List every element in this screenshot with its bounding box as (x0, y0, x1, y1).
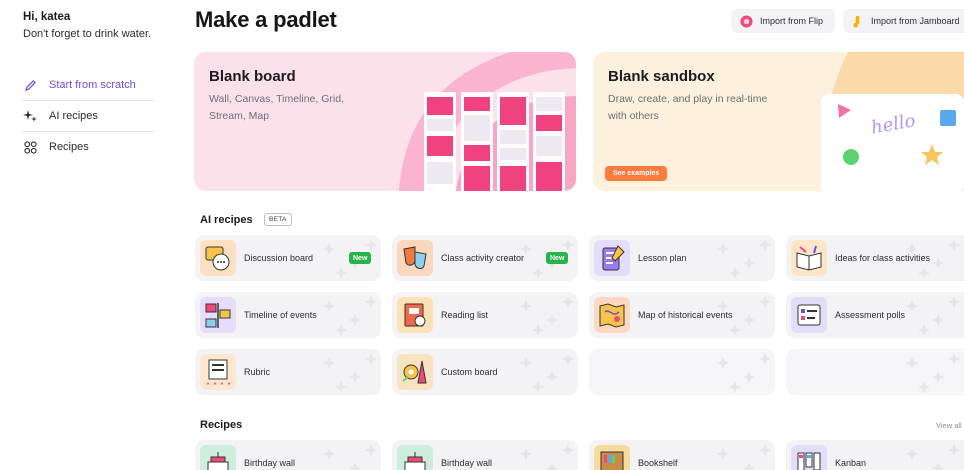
ai-recipe-label: Timeline of events (244, 310, 317, 320)
timeline-illustration-icon (200, 297, 236, 333)
see-examples-button[interactable]: See examples (605, 166, 668, 181)
empty-card-slot (589, 349, 775, 395)
ai-recipe-card[interactable]: Timeline of events (195, 292, 381, 338)
blank-board-subtitle-line: Wall, Canvas, Timeline, Grid, (209, 93, 344, 105)
ai-recipe-card[interactable]: Ideas for class activities (786, 235, 964, 281)
page-title: Make a padlet (195, 7, 337, 32)
recipe-card[interactable]: Birthday wall (195, 440, 381, 470)
recipe-card[interactable]: Birthday wall (392, 440, 578, 470)
ai-recipe-card[interactable]: Assessment polls (786, 292, 964, 338)
ai-recipe-card[interactable]: Rubric (195, 349, 381, 395)
jamboard-icon (851, 14, 864, 28)
sidebar-item-label: AI recipes (49, 110, 98, 122)
blank-sandbox-subtitle-line: with others (608, 109, 659, 122)
poll-illustration-icon (791, 297, 827, 333)
blank-sandbox-subtitle-line: Draw, create, and play in real-time (608, 93, 768, 105)
card-star-decoration (906, 444, 960, 470)
ai-recipe-card[interactable]: Custom board (392, 349, 578, 395)
clipboard-illustration-icon (594, 240, 630, 276)
ai-recipe-card[interactable]: Class activity creator New (392, 235, 578, 281)
recipe-label: Birthday wall (441, 458, 493, 468)
card-star-decoration (323, 296, 377, 336)
sidebar-item-label: Start from scratch (49, 79, 136, 91)
blank-sandbox-title: Blank sandbox (608, 68, 715, 85)
ai-recipe-card[interactable]: Lesson plan (589, 235, 775, 281)
card-star-decoration (717, 444, 771, 470)
ai-recipe-card[interactable]: Reading list (392, 292, 578, 338)
card-star-decoration (717, 353, 771, 393)
card-star-decoration (323, 353, 377, 393)
card-star-decoration (520, 353, 574, 393)
beta-badge: BETA (264, 213, 292, 226)
ai-recipe-label: Discussion board (244, 253, 314, 263)
card-star-decoration (520, 444, 574, 470)
greeting-message: Don't forget to drink water. (23, 28, 152, 40)
card-star-decoration (520, 296, 574, 336)
card-star-decoration (323, 444, 377, 470)
book-illustration-icon (791, 240, 827, 276)
recipe-label: Birthday wall (244, 458, 296, 468)
custom-illustration-icon (397, 354, 433, 390)
recipe-card[interactable]: Bookshelf (589, 440, 775, 470)
rubric-illustration-icon (200, 354, 236, 390)
masks-illustration-icon (397, 240, 433, 276)
ai-recipes-heading: AI recipes (200, 214, 253, 226)
reading-illustration-icon (397, 297, 433, 333)
blank-sandbox-subtitle: Draw, create, and play in real-time with… (608, 91, 767, 124)
blank-board-subtitle-line: Stream, Map (209, 109, 270, 122)
card-star-decoration (906, 353, 960, 393)
sidebar-item-ai-recipes[interactable]: AI recipes (23, 101, 154, 131)
recipe-label: Bookshelf (638, 458, 678, 468)
view-all-link[interactable]: View all (936, 421, 962, 430)
empty-card-slot (786, 349, 964, 395)
ai-recipe-label: Reading list (441, 310, 489, 320)
blank-board-subtitle: Wall, Canvas, Timeline, Grid, Stream, Ma… (209, 91, 344, 124)
recipes-heading: Recipes (200, 419, 243, 431)
recipe-label: Kanban (835, 458, 867, 468)
sidebar-item-recipes[interactable]: Recipes (23, 132, 154, 162)
new-badge: New (349, 252, 372, 264)
greeting: Hi, katea (23, 11, 71, 23)
ai-recipe-label: Class activity creator (441, 253, 525, 263)
import-from-flip-label: Import from Flip (760, 16, 824, 26)
chat-illustration-icon (200, 240, 236, 276)
sidebar-item-label: Recipes (49, 141, 89, 153)
grid-icon (23, 140, 37, 154)
ai-recipe-card[interactable]: Map of historical events (589, 292, 775, 338)
ai-recipe-label: Rubric (244, 367, 271, 377)
ai-recipe-card[interactable]: Discussion board New (195, 235, 381, 281)
ai-recipe-label: Assessment polls (835, 310, 906, 320)
sidebar: Hi, katea Don't forget to drink water. S… (0, 0, 170, 470)
card-star-decoration (717, 239, 771, 279)
blank-board-card[interactable]: Blank board Wall, Canvas, Timeline, Grid… (194, 52, 576, 191)
blank-sandbox-card[interactable]: hello Blank sandbox Draw, create, and pl… (593, 52, 964, 191)
ai-recipe-label: Lesson plan (638, 253, 687, 263)
import-from-jamboard-label: Import from Jamboard (871, 16, 960, 26)
sparkle-icon (23, 109, 37, 123)
pencil-icon (23, 78, 37, 92)
blank-board-title: Blank board (209, 68, 296, 85)
ai-recipe-label: Ideas for class activities (835, 253, 931, 263)
sidebar-item-start-from-scratch[interactable]: Start from scratch (23, 70, 154, 100)
bookshelf-illustration-icon (594, 445, 630, 470)
import-from-jamboard-button[interactable]: Import from Jamboard (843, 9, 964, 33)
cake-illustration-icon (200, 445, 236, 470)
ai-recipe-label: Map of historical events (638, 310, 733, 320)
new-badge: New (546, 252, 569, 264)
import-from-flip-button[interactable]: Import from Flip (731, 9, 835, 33)
cake-illustration-icon (397, 445, 433, 470)
ai-recipe-label: Custom board (441, 367, 498, 377)
kanban-illustration-icon (791, 445, 827, 470)
recipe-card[interactable]: Kanban (786, 440, 964, 470)
map-illustration-icon (594, 297, 630, 333)
flip-icon (739, 14, 753, 28)
